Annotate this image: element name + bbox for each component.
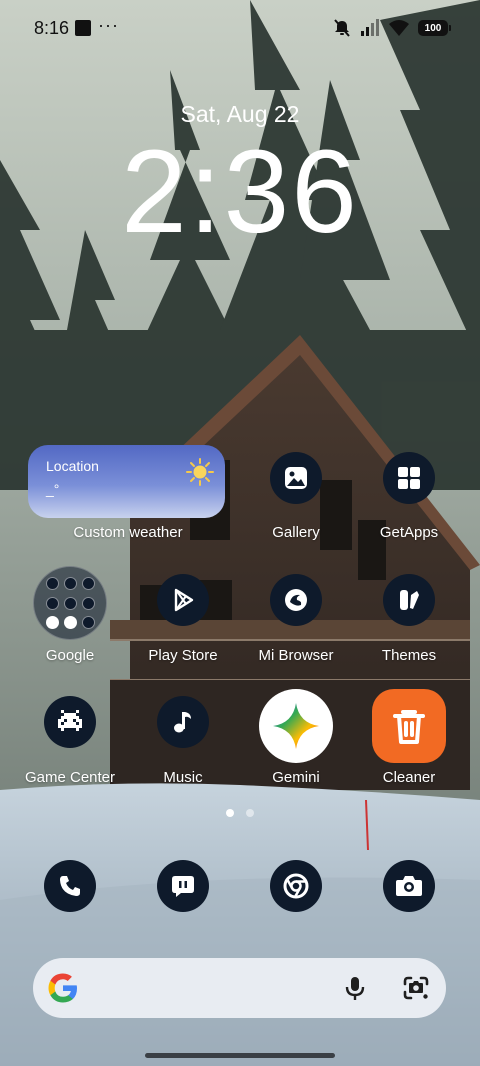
search-input[interactable] xyxy=(93,976,333,1000)
app-game-center[interactable]: Game Center xyxy=(15,696,125,816)
cleaner-icon xyxy=(372,689,446,763)
app-mi-browser[interactable]: Mi Browser xyxy=(241,574,351,694)
google-folder-icon xyxy=(33,566,107,640)
weather-widget-label: Custom weather xyxy=(73,524,183,541)
gemini-icon xyxy=(259,689,333,763)
wifi-icon xyxy=(389,20,409,36)
clock-date[interactable]: Sat, Aug 22 xyxy=(0,101,480,128)
sun-icon xyxy=(186,458,214,486)
game-center-icon xyxy=(44,696,96,748)
app-gemini[interactable]: Gemini xyxy=(241,689,351,809)
microphone-icon[interactable] xyxy=(342,975,368,1001)
battery-icon: 100 xyxy=(418,20,451,36)
app-themes[interactable]: Themes xyxy=(354,574,464,694)
app-cleaner[interactable]: Cleaner xyxy=(354,689,464,809)
themes-icon xyxy=(383,574,435,626)
app-music[interactable]: Music xyxy=(128,696,238,816)
app-label: Game Center xyxy=(24,769,116,786)
app-label: Cleaner xyxy=(382,769,436,786)
app-label: Play Store xyxy=(148,647,218,664)
google-g-icon xyxy=(48,973,77,1003)
weather-temperature: _° xyxy=(46,481,60,497)
folder-google[interactable]: Google xyxy=(15,566,125,686)
app-play-store[interactable]: Play Store xyxy=(128,574,238,694)
more-notifications-icon: ··· xyxy=(98,15,119,35)
gallery-icon xyxy=(270,452,322,504)
signal-icon xyxy=(361,19,379,36)
google-lens-icon[interactable] xyxy=(402,974,430,1002)
app-getapps[interactable]: GetApps xyxy=(354,452,464,572)
battery-level: 100 xyxy=(424,22,442,34)
app-label: Google xyxy=(45,647,95,664)
messages-icon[interactable] xyxy=(157,860,209,912)
notification-square-icon xyxy=(75,20,91,36)
page-indicator-active[interactable] xyxy=(226,809,234,817)
clock-time[interactable]: 2:36 xyxy=(0,127,480,257)
status-bar: 8:16 ··· 100 xyxy=(0,0,480,58)
google-search-bar[interactable] xyxy=(33,958,446,1018)
app-label: Themes xyxy=(381,647,437,664)
app-label: Gemini xyxy=(272,769,320,786)
app-label: Music xyxy=(163,769,203,786)
app-label: GetApps xyxy=(379,524,439,541)
chrome-icon[interactable] xyxy=(270,860,322,912)
phone-icon[interactable] xyxy=(44,860,96,912)
music-icon xyxy=(157,696,209,748)
page-indicator-inactive[interactable] xyxy=(246,809,254,817)
camera-icon[interactable] xyxy=(383,860,435,912)
weather-widget[interactable]: Location _° xyxy=(28,445,225,518)
getapps-icon xyxy=(383,452,435,504)
app-gallery[interactable]: Gallery xyxy=(241,452,351,572)
status-time: 8:16 xyxy=(34,18,70,38)
play-store-icon xyxy=(157,574,209,626)
navigation-gesture-bar[interactable] xyxy=(145,1053,335,1058)
app-label: Gallery xyxy=(272,524,320,541)
mute-icon xyxy=(334,19,350,37)
app-label: Mi Browser xyxy=(258,647,334,664)
browser-icon xyxy=(270,574,322,626)
weather-location: Location xyxy=(46,458,99,474)
